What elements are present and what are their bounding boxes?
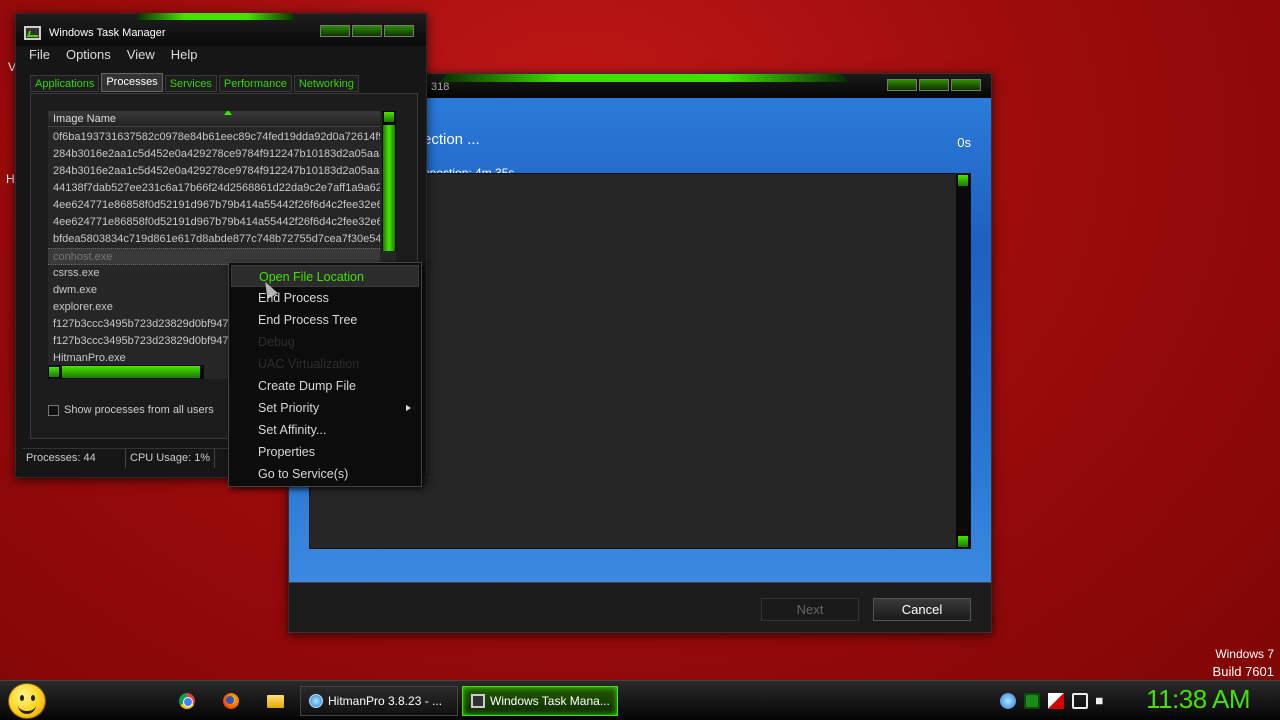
taskbar: HitmanPro 3.8.23 - ... Windows Task Mana… xyxy=(0,680,1280,720)
menu-bar: File Options View Help xyxy=(16,46,426,66)
close-button[interactable] xyxy=(951,79,981,91)
menu-item-end-process-tree[interactable]: End Process Tree xyxy=(229,309,421,331)
menu-item-set-affinity[interactable]: Set Affinity... xyxy=(229,419,421,441)
process-context-menu: Open File Location End Process End Proce… xyxy=(228,262,422,487)
log-scrollbar[interactable] xyxy=(956,174,970,548)
task-manager-window-controls xyxy=(320,25,414,37)
menu-item-properties[interactable]: Properties xyxy=(229,441,421,463)
menu-item-label: Set Priority xyxy=(258,401,320,415)
system-tray xyxy=(1000,693,1112,709)
menu-item-go-to-services[interactable]: Go to Service(s) xyxy=(229,463,421,485)
titlebar-accent-bar xyxy=(136,13,296,20)
scroll-down-button[interactable] xyxy=(957,535,969,548)
task-manager-title: Windows Task Manager xyxy=(49,27,166,39)
process-list-vertical-scrollbar[interactable] xyxy=(382,111,396,251)
menu-help[interactable]: Help xyxy=(164,46,205,66)
menu-file[interactable]: File xyxy=(22,46,57,66)
taskbar-item-hitmanpro[interactable]: HitmanPro 3.8.23 - ... xyxy=(300,686,458,716)
submenu-arrow-icon xyxy=(406,405,411,411)
hitmanpro-window-controls xyxy=(887,79,981,91)
tab-networking[interactable]: Networking xyxy=(293,75,359,92)
menu-item-end-process[interactable]: End Process xyxy=(229,287,421,309)
menu-options[interactable]: Options xyxy=(59,46,118,66)
volume-icon[interactable] xyxy=(1096,693,1109,709)
scrollbar-thumb[interactable] xyxy=(383,125,395,251)
table-row[interactable]: 4ee624771e86858f0d52191d967b79b414a55442… xyxy=(48,214,380,231)
menu-view[interactable]: View xyxy=(120,46,162,66)
tab-strip: Applications Processes Services Performa… xyxy=(30,73,359,92)
action-center-flag-icon[interactable] xyxy=(1048,693,1064,709)
desktop-text-fragment: H xyxy=(6,172,15,186)
scroll-up-button[interactable] xyxy=(383,111,395,123)
elapsed-time: 0s xyxy=(957,135,971,150)
menu-item-create-dump-file[interactable]: Create Dump File xyxy=(229,375,421,397)
os-name: Windows 7 xyxy=(1215,647,1274,661)
cancel-button[interactable]: Cancel xyxy=(873,598,971,621)
hitmanpro-tray-icon[interactable] xyxy=(1000,693,1016,709)
minimize-button[interactable] xyxy=(320,25,350,37)
checkbox-box[interactable] xyxy=(48,404,59,416)
taskbar-clock[interactable]: 11:38 AM xyxy=(1146,684,1250,715)
task-manager-titlebar[interactable]: Windows Task Manager xyxy=(16,13,426,46)
folder-icon[interactable] xyxy=(267,695,284,708)
column-header-image-name[interactable]: Image Name xyxy=(48,111,380,127)
hitmanpro-icon xyxy=(309,694,323,708)
sort-ascending-icon xyxy=(224,111,232,115)
tab-applications[interactable]: Applications xyxy=(30,75,100,92)
task-manager-icon xyxy=(471,694,485,708)
os-build: Build 7601 xyxy=(1212,664,1274,679)
status-cpu-usage: CPU Usage: 1% xyxy=(126,449,216,468)
security-tray-icon[interactable] xyxy=(1024,693,1040,709)
hitmanpro-title: 318 xyxy=(431,81,450,93)
minimize-button[interactable] xyxy=(887,79,917,91)
table-row[interactable]: 44138f7dab527ee231c6a17b66f24d2568861d22… xyxy=(48,180,380,197)
column-header-label: Image Name xyxy=(53,113,116,125)
maximize-button[interactable] xyxy=(919,79,949,91)
scrollbar-thumb[interactable] xyxy=(62,366,200,378)
taskbar-item-label: HitmanPro 3.8.23 - ... xyxy=(328,694,443,708)
firefox-icon[interactable] xyxy=(223,693,239,709)
table-row[interactable]: 0f6ba193731637582c0978e84b61eec89c74fed1… xyxy=(48,129,380,146)
taskbar-item-task-manager[interactable]: Windows Task Mana... xyxy=(462,686,618,716)
titlebar-accent-bar xyxy=(439,74,849,82)
status-process-count: Processes: 44 xyxy=(22,449,126,468)
table-row[interactable]: 4ee624771e86858f0d52191d967b79b414a55442… xyxy=(48,197,380,214)
show-all-users-checkbox[interactable]: Show processes from all users xyxy=(48,404,214,416)
table-row[interactable]: 284b3016e2aa1c5d452e0a429278ce9784f91224… xyxy=(48,163,380,180)
scroll-left-button[interactable] xyxy=(48,366,60,378)
process-list-horizontal-scrollbar[interactable] xyxy=(48,365,204,379)
scroll-up-button[interactable] xyxy=(957,174,969,187)
tab-performance[interactable]: Performance xyxy=(218,75,292,92)
taskbar-item-label: Windows Task Mana... xyxy=(490,694,610,708)
windows-version-watermark: Windows 7 Build 7601 xyxy=(1213,646,1274,680)
chrome-icon[interactable] xyxy=(179,693,195,709)
maximize-button[interactable] xyxy=(352,25,382,37)
task-manager-icon xyxy=(24,26,41,40)
checkbox-label: Show processes from all users xyxy=(64,404,214,416)
close-button[interactable] xyxy=(384,25,414,37)
tab-services[interactable]: Services xyxy=(164,75,217,92)
hitmanpro-footer: Next Cancel xyxy=(289,582,991,632)
menu-item-debug: Debug xyxy=(258,335,295,349)
next-button[interactable]: Next xyxy=(761,598,859,621)
table-row[interactable]: bfdea5803834c719d861e617d8abde877c748b72… xyxy=(48,231,380,248)
scan-heading: ection ... xyxy=(423,131,480,148)
menu-item-set-priority[interactable]: Set Priority xyxy=(229,397,421,419)
start-button[interactable] xyxy=(8,683,46,719)
menu-item-uac-virtualization: UAC Virtualization xyxy=(258,357,360,371)
table-row[interactable]: 284b3016e2aa1c5d452e0a429278ce9784f91224… xyxy=(48,146,380,163)
network-icon[interactable] xyxy=(1072,693,1088,709)
tab-processes[interactable]: Processes xyxy=(101,73,163,92)
